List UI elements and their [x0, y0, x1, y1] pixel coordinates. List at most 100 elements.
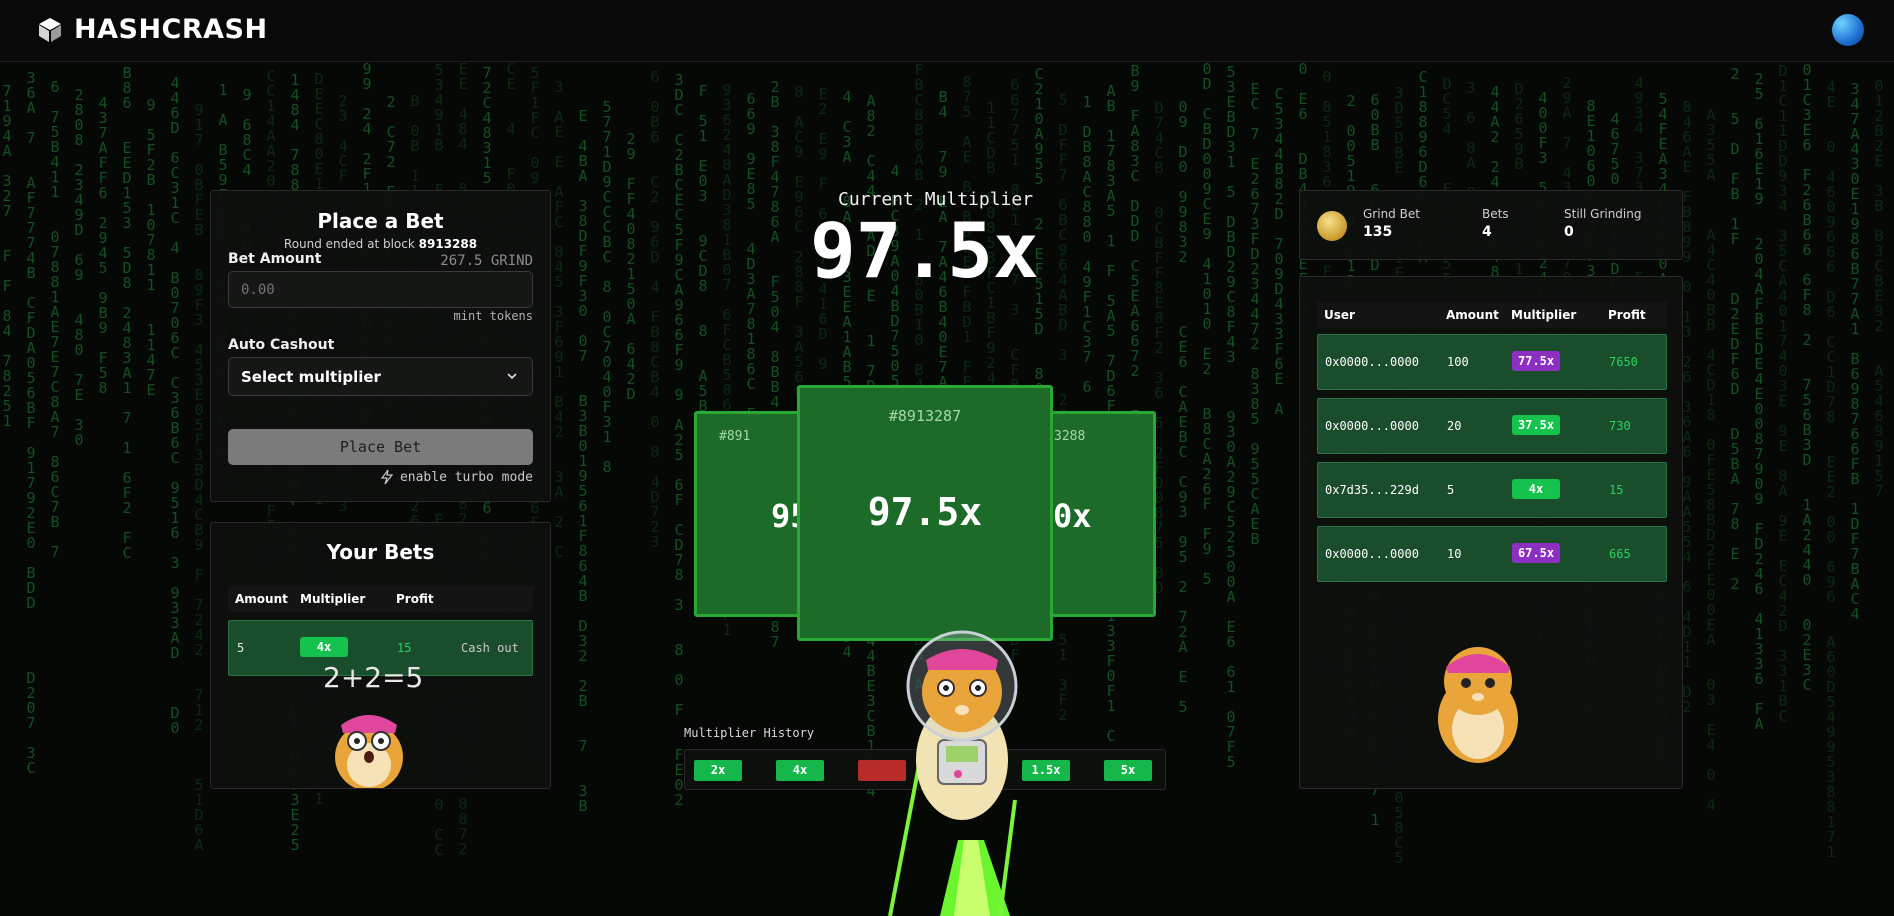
- matrix-column: 6 7 5 B 4 1 1 0 7 8 8 1 A E 7 E 7 C 8 A …: [50, 78, 60, 561]
- stat-label: Grind Bet: [1363, 207, 1420, 221]
- cube-icon: [39, 17, 61, 42]
- matrix-column: 9 5 F 2 B 1 0 7 8 1 1 1 1 4 7 E: [146, 96, 156, 399]
- round-card-previous[interactable]: #891 95: [694, 411, 808, 617]
- row-multiplier: 67.5x: [1512, 543, 1560, 563]
- matrix-column: 2 5 6 1 6 E 1 9 2 0 4 A F B E D E 4 E 0 …: [1754, 70, 1764, 733]
- logo[interactable]: HASHCRASH: [36, 14, 268, 45]
- bet-amount-label: Bet Amount: [228, 251, 322, 267]
- history-item: 4x: [776, 760, 824, 781]
- matrix-column: 5 D F F 7 6 B C 9 6 4 A B D 3 2 2 5 3 9 …: [1058, 91, 1068, 724]
- top-bar: HASHCRASH: [0, 0, 1894, 62]
- app-name: HASHCRASH: [74, 14, 268, 45]
- multiplier-history-label: Multiplier History: [684, 726, 815, 740]
- card-block: 3288: [1054, 429, 1086, 444]
- matrix-column: 5 7 7 1 D 9 C C C B C 8 0 C 7 0 4 0 F 3 …: [602, 98, 612, 476]
- your-bets-panel: Your Bets Amount Multiplier Profit 5 4x …: [210, 522, 551, 789]
- row-amount: 100: [1447, 355, 1469, 369]
- stat-label: Still Grinding: [1564, 207, 1642, 221]
- card-block: #8913287: [888, 407, 962, 425]
- turbo-mode-toggle[interactable]: enable turbo mode: [380, 469, 533, 485]
- hamster-mascot-icon: [1438, 647, 1518, 763]
- matrix-column: B 8 6 E E D 1 5 3 5 D 8 2 4 8 3 A 1 7 1 …: [122, 64, 132, 562]
- row-user: 0x0000...0000: [1325, 419, 1419, 433]
- card-multiplier: 97.5x: [867, 490, 983, 534]
- matrix-column: 3 4 7 A 4 3 0 E 1 9 8 6 B 7 7 A 1 B 6 9 …: [1850, 80, 1860, 623]
- astronaut-hamster-icon: [888, 630, 1018, 916]
- row-profit: 665: [1609, 547, 1631, 561]
- matrix-column: C 5 3 4 4 B 8 2 D 7 0 9 D 4 3 3 F 6 E A: [1274, 85, 1284, 418]
- table-row: 0x0000...0000 100 77.5x 7650: [1317, 334, 1667, 390]
- place-bet-panel: Place a Bet Round ended at block 8913288…: [210, 190, 551, 502]
- table-row: 0x7d35...229d 5 4x 15: [1317, 462, 1667, 518]
- header-multiplier: Multiplier: [1511, 308, 1577, 322]
- matrix-column: 2 9 F F 4 0 8 2 1 5 0 A 6 4 2 D: [626, 130, 636, 403]
- live-bets-panel: User Amount Multiplier Profit 0x0000...0…: [1299, 276, 1683, 789]
- header-user: User: [1324, 308, 1355, 322]
- row-amount: 5: [1447, 483, 1455, 497]
- matrix-column: 0 1 2 B 2 E 3 B B 3 C B E 9 2 A 5 4 6 9 …: [1874, 77, 1884, 500]
- matrix-column: 3 A E E A F C 8 4 5 3 F 6 9 1 B 4 2 3 A …: [554, 78, 564, 561]
- matrix-column: D 1 C 1 1 D D 9 3 4 3 5 C A 4 0 1 7 4 0 …: [1778, 62, 1788, 725]
- matrix-column: 3 D C C 2 B C E C 5 F 9 C A 9 6 6 F 9 9 …: [674, 71, 684, 809]
- row-amount: 20: [1447, 419, 1462, 433]
- doodle-text: 2+2=5: [323, 661, 424, 694]
- card-block: #891: [719, 429, 751, 444]
- row-amount: 10: [1447, 547, 1462, 561]
- matrix-column: 4 4 6 D 6 C 3 1 C 4 B 0 7 0 6 C C 3 6 B …: [170, 74, 180, 737]
- turbo-label: enable turbo mode: [399, 469, 533, 485]
- card-multiplier: 0x: [1053, 497, 1092, 535]
- table-row: 0x0000...0000 20 37.5x 730: [1317, 398, 1667, 454]
- chevron-down-icon: [507, 373, 517, 380]
- round-block: 8913288: [418, 237, 478, 251]
- row-profit: 7650: [1609, 355, 1638, 369]
- row-profit: 730: [1609, 419, 1631, 433]
- round-card-next[interactable]: 3288 0x: [1042, 411, 1156, 617]
- coin-icon: [1317, 211, 1347, 241]
- hamster-mascot-icon: [335, 715, 403, 788]
- matrix-column: 0 D C B D 0 0 9 C E 9 4 1 0 1 0 E 2 B 8 …: [1202, 62, 1212, 588]
- row-multiplier: 4x: [1512, 479, 1560, 499]
- matrix-column: 4 3 7 A F F 6 2 9 4 5 9 B 9 F 5 8: [98, 94, 108, 397]
- row-multiplier: 4x: [300, 637, 348, 657]
- round-card-current[interactable]: #8913287 97.5x: [797, 385, 1053, 641]
- header-amount: Amount: [1446, 308, 1499, 322]
- bet-amount-input[interactable]: [229, 272, 532, 307]
- live-bets-header: User Amount Multiplier Profit: [1317, 302, 1667, 328]
- header-amount: Amount: [235, 592, 288, 606]
- history-item: 5x: [1104, 760, 1152, 781]
- matrix-column: 0 1 C 3 E 6 F 2 6 B 6 6 6 F 8 2 7 5 6 B …: [1802, 62, 1812, 694]
- cash-out-button[interactable]: Cash out: [461, 641, 519, 655]
- stat-value: 0: [1564, 224, 1574, 240]
- balance: 267.5 GRIND: [440, 253, 533, 269]
- place-bet-button[interactable]: Place Bet: [228, 429, 533, 465]
- mint-tokens-link[interactable]: mint tokens: [454, 309, 533, 323]
- auto-cashout-label: Auto Cashout: [228, 337, 335, 353]
- header-multiplier: Multiplier: [300, 592, 366, 606]
- row-user: 0x0000...0000: [1325, 547, 1419, 561]
- matrix-column: 9 1 7 0 B F E B 8 9 F 3 4 5 3 E 0 5 F 3 …: [194, 101, 204, 854]
- matrix-column: 7 1 9 4 A 3 2 7 F F 8 4 7 8 2 5 1: [2, 82, 12, 430]
- round-prefix: Round ended at block: [283, 237, 415, 251]
- stat-still-grinding: Still Grinding 0: [1564, 207, 1641, 240]
- place-bet-title: Place a Bet: [317, 209, 444, 233]
- matrix-column: A 3 5 5 A A 4 C 4 0 B B 4 C D 1 8 0 F E …: [1706, 106, 1716, 814]
- avatar[interactable]: [1832, 14, 1864, 46]
- matrix-column: E C 7 E 2 6 7 3 F D 2 3 4 4 7 2 8 3 8 5 …: [1250, 80, 1260, 548]
- matrix-column: E 4 B A 3 8 D F 9 F 3 0 0 7 B 3 B 0 1 9 …: [578, 107, 588, 815]
- matrix-column: 4 E 0 4 6 0 9 6 6 6 D 6 C C 1 D 7 8 E E …: [1826, 78, 1836, 861]
- your-bets-title: Your Bets: [326, 540, 435, 564]
- matrix-column: 6 0 B 6 C 2 9 6 D 4 F B 8 C B 4 0 8 4 D …: [650, 68, 660, 551]
- history-item: 2x: [694, 760, 742, 781]
- bet-amount-field[interactable]: [228, 271, 533, 308]
- row-amount: 5: [237, 641, 245, 655]
- row-user: 0x7d35...229d: [1325, 483, 1419, 497]
- matrix-column: 0 9 D 0 9 9 8 3 2 C E 6 C A E B C C 9 3 …: [1178, 98, 1188, 716]
- auto-cashout-value: Select multiplier: [241, 368, 381, 386]
- stat-grind-bet: Grind Bet 135: [1363, 207, 1420, 240]
- row-profit: 15: [397, 641, 412, 655]
- auto-cashout-select[interactable]: Select multiplier: [228, 357, 533, 396]
- current-multiplier-value: 97.5x: [810, 206, 1039, 295]
- matrix-column: 3 6 A 7 A F 7 7 7 4 B C F D A 0 5 6 B F …: [26, 69, 36, 777]
- matrix-column: 2 5 D F B 1 F D 2 E D F 6 D D 5 B A 7 8 …: [1730, 65, 1740, 593]
- stat-label: Bets: [1482, 207, 1509, 221]
